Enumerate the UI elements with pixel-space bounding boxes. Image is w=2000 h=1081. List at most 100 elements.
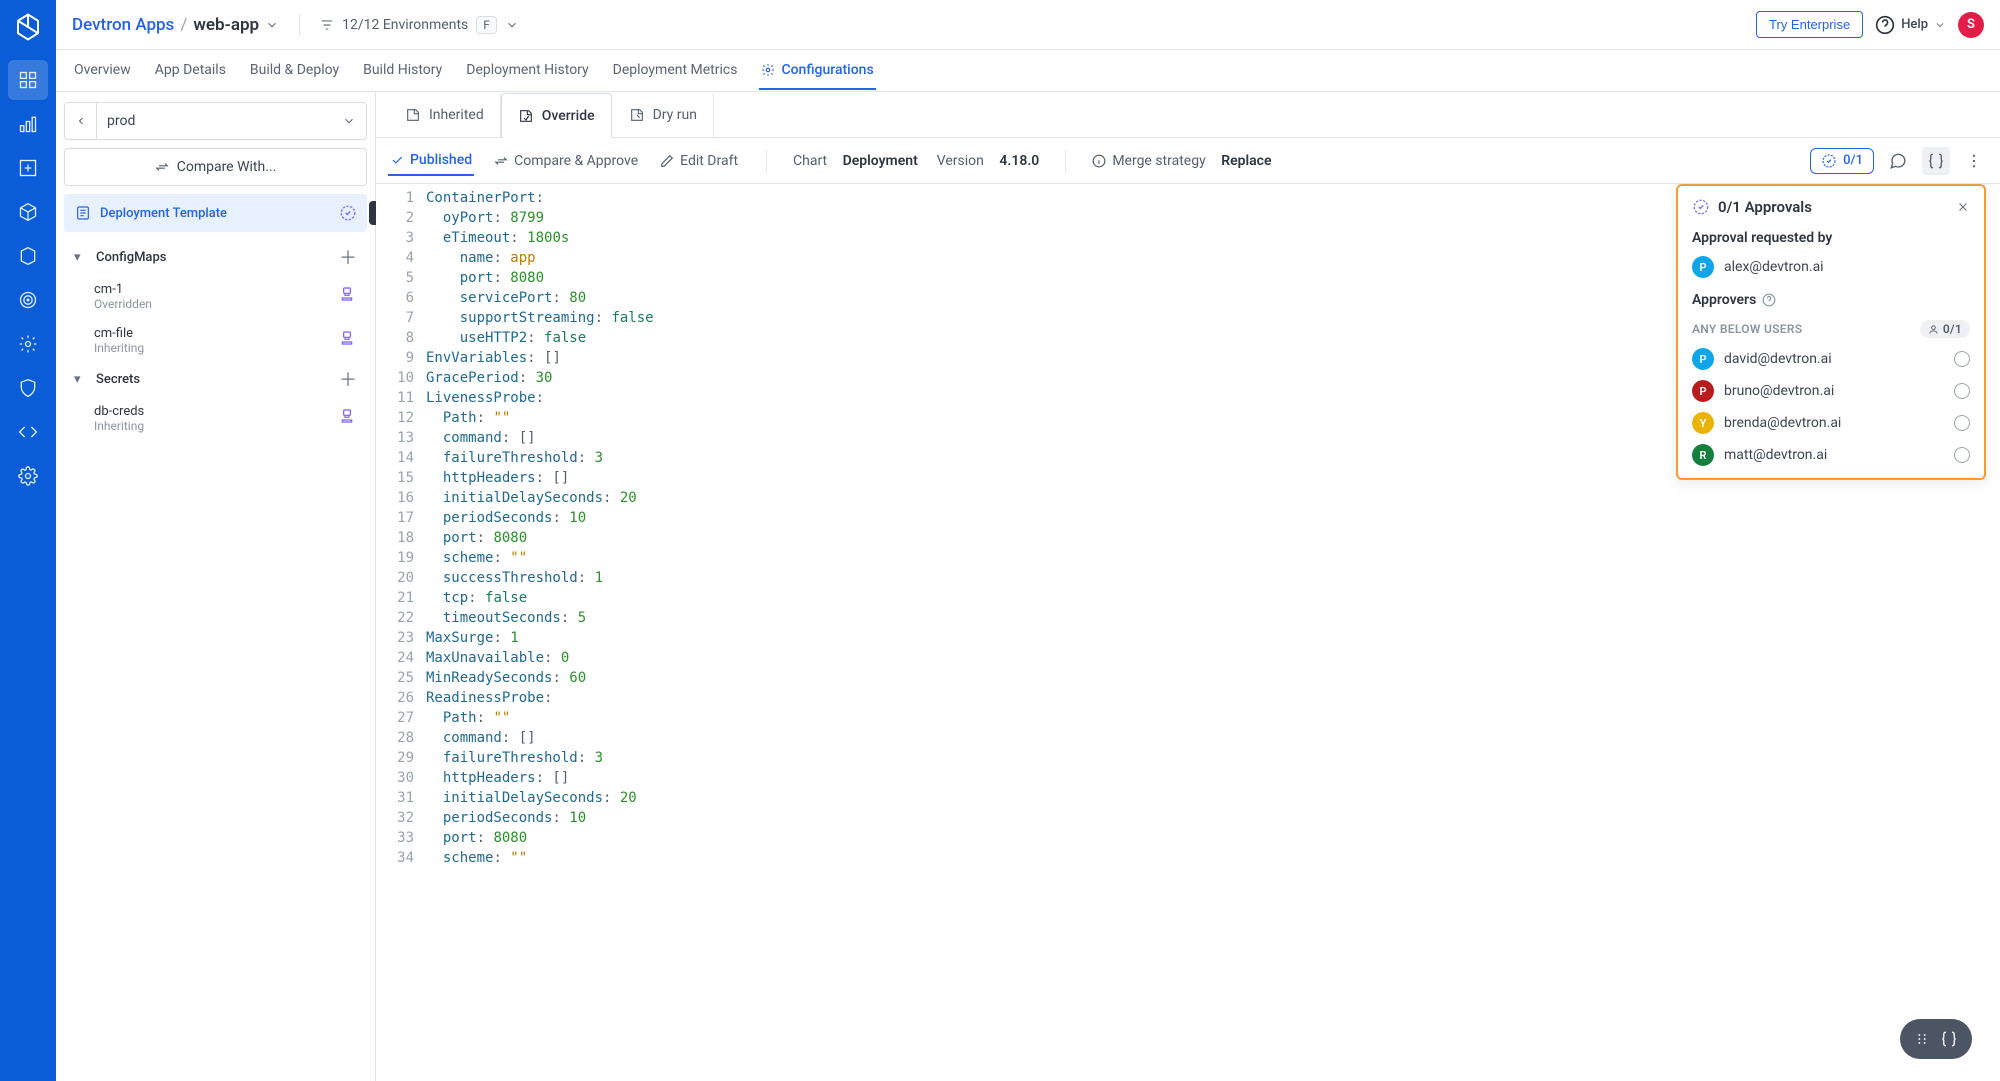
avatar: Y: [1692, 412, 1714, 434]
swap-icon: [155, 160, 169, 174]
filter-icon: [320, 18, 334, 32]
env-back-button[interactable]: [65, 103, 97, 139]
chevron-down-icon: [505, 18, 519, 32]
drag-icon: [1914, 1031, 1930, 1047]
user-avatar[interactable]: S: [1958, 12, 1984, 38]
mode-inherited[interactable]: Inherited: [388, 92, 501, 137]
env-name: prod: [97, 113, 332, 129]
tree-deployment-template[interactable]: Deployment Template Approval Pending: [64, 194, 367, 232]
breadcrumb[interactable]: Devtron Apps / web-app: [72, 15, 279, 35]
chevron-down-icon[interactable]: [332, 114, 366, 128]
nav-apps-icon[interactable]: [8, 60, 48, 100]
braces-icon[interactable]: [1922, 147, 1950, 175]
floating-format-button[interactable]: [1900, 1019, 1972, 1059]
help-menu[interactable]: Help: [1875, 15, 1946, 35]
nav-cube-icon[interactable]: [8, 192, 48, 232]
nav-chart-icon[interactable]: [8, 104, 48, 144]
pending-icon: [1954, 351, 1970, 367]
check-icon: [390, 153, 404, 167]
chevron-down-icon: [1934, 19, 1946, 31]
chevron-down-icon[interactable]: [265, 18, 279, 32]
nav-target-icon[interactable]: [8, 280, 48, 320]
env-selector[interactable]: prod: [64, 102, 367, 140]
divider: [299, 14, 300, 36]
app-tabs: Overview App Details Build & Deploy Build H…: [56, 50, 2000, 92]
breadcrumb-app[interactable]: web-app: [193, 15, 259, 35]
pending-icon: [1954, 415, 1970, 431]
breadcrumb-sep: /: [180, 15, 187, 35]
tab-configurations[interactable]: Configurations: [759, 52, 875, 90]
tree-group-secrets[interactable]: ▾Secrets＋: [64, 362, 367, 396]
tab-deployment-history[interactable]: Deployment History: [464, 52, 590, 90]
nav-package-icon[interactable]: [8, 236, 48, 276]
published-tab[interactable]: Published: [388, 146, 474, 176]
braces-icon: [1940, 1030, 1958, 1048]
file-icon: [629, 107, 645, 123]
compare-label: Compare With...: [177, 159, 277, 175]
add-icon[interactable]: ＋: [339, 244, 357, 270]
requested-by-label: Approval requested by: [1692, 230, 1970, 246]
approver-group-label: ANY BELOW USERS: [1692, 322, 1802, 336]
pending-icon: [1954, 447, 1970, 463]
stamp-icon: [339, 286, 355, 302]
devtron-logo: [11, 10, 45, 44]
user-icon: [1928, 324, 1939, 335]
approver-email: matt@devtron.ai: [1724, 447, 1827, 463]
requester-email: alex@devtron.ai: [1724, 259, 1824, 275]
tab-app-details[interactable]: App Details: [153, 52, 228, 90]
tab-build-deploy[interactable]: Build & Deploy: [248, 52, 341, 90]
requester: P alex@devtron.ai: [1692, 256, 1970, 278]
approver-row: Rmatt@devtron.ai: [1692, 444, 1970, 466]
nav-gear-icon[interactable]: [8, 324, 48, 364]
kbd-hint: F: [476, 16, 497, 34]
tab-build-history[interactable]: Build History: [361, 52, 444, 90]
mode-tabs: InheritedOverrideDry run: [376, 92, 2000, 138]
content-area: InheritedOverrideDry run Published Compa…: [376, 92, 2000, 1081]
approver-row: Ybrenda@devtron.ai: [1692, 412, 1970, 434]
more-icon[interactable]: [1960, 147, 1988, 175]
tree-group-configmaps[interactable]: ▾ConfigMaps＋: [64, 240, 367, 274]
approver-row: Pdavid@devtron.ai: [1692, 348, 1970, 370]
stamp-icon: [339, 330, 355, 346]
add-icon[interactable]: ＋: [339, 366, 357, 392]
breadcrumb-parent[interactable]: Devtron Apps: [72, 15, 174, 35]
try-enterprise-button[interactable]: Try Enterprise: [1756, 11, 1863, 38]
approver-email: david@devtron.ai: [1724, 351, 1832, 367]
tree-leaf-db-creds[interactable]: db-credsInheriting: [64, 396, 367, 440]
gear-icon: [761, 63, 775, 77]
mode-dry-run[interactable]: Dry run: [612, 92, 714, 137]
tree-leaf-cm-file[interactable]: cm-fileInheriting: [64, 318, 367, 362]
compare-with-button[interactable]: Compare With...: [64, 148, 367, 186]
env-filter[interactable]: 12/12 Environments F: [320, 16, 519, 34]
nav-shield-icon[interactable]: [8, 368, 48, 408]
approvers-label: Approvers: [1692, 292, 1756, 308]
editor-toolbar: Published Compare & Approve Edit Draft C…: [376, 138, 2000, 184]
tab-overview[interactable]: Overview: [72, 52, 133, 90]
merge-strategy: Merge strategy Replace: [1092, 153, 1271, 169]
comment-icon[interactable]: [1884, 147, 1912, 175]
compare-approve-tab[interactable]: Compare & Approve: [492, 147, 640, 175]
help-icon: [1875, 15, 1895, 35]
approval-icon: [1692, 198, 1710, 216]
pencil-icon: [660, 154, 674, 168]
mode-override[interactable]: Override: [501, 93, 612, 138]
pending-icon: [1954, 383, 1970, 399]
approval-count-pill[interactable]: 0/1: [1810, 148, 1874, 174]
tab-deployment-metrics[interactable]: Deployment Metrics: [611, 52, 740, 90]
help-icon[interactable]: [1762, 293, 1776, 307]
edit-draft-tab[interactable]: Edit Draft: [658, 147, 740, 175]
approval-icon: [1821, 153, 1837, 169]
close-icon[interactable]: [1956, 200, 1970, 214]
avatar: P: [1692, 256, 1714, 278]
approver-email: bruno@devtron.ai: [1724, 383, 1834, 399]
swap-icon: [494, 154, 508, 168]
info-icon: [1092, 154, 1106, 168]
nav-code-icon[interactable]: [8, 412, 48, 452]
nav-settings-icon[interactable]: [8, 456, 48, 496]
avatar: R: [1692, 444, 1714, 466]
nav-add-icon[interactable]: [8, 148, 48, 188]
tree-leaf-cm-1[interactable]: cm-1Overridden: [64, 274, 367, 318]
approvals-panel: 0/1 Approvals Approval requested by P al…: [1676, 184, 1986, 480]
chevron-down-icon: ▾: [74, 250, 90, 265]
chart-info: Chart Deployment Version 4.18.0: [793, 153, 1039, 169]
